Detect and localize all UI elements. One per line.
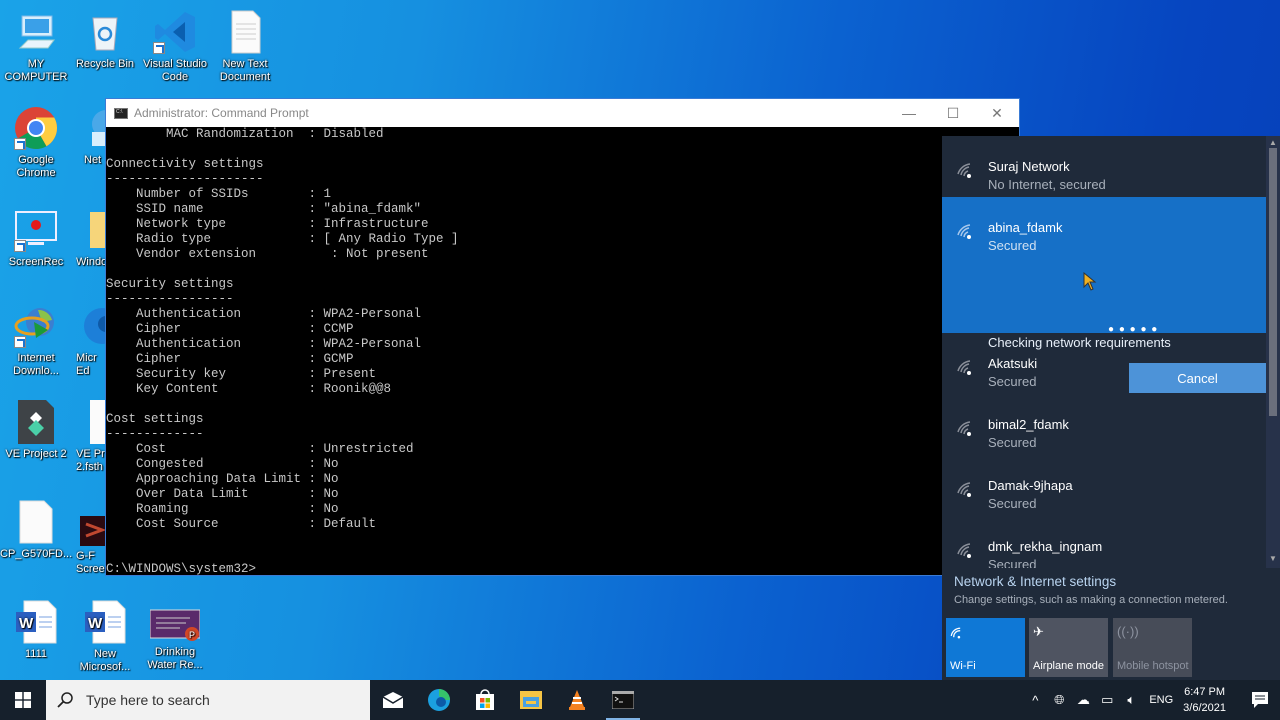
action-center-button[interactable] <box>1240 691 1280 709</box>
taskbar-store[interactable] <box>462 680 508 720</box>
input-language[interactable]: ENG <box>1149 694 1173 706</box>
network-list: Suraj Network No Internet, secured abina… <box>942 136 1266 568</box>
system-tray: ^ 🌐︎ ☁ ▭ 🔈︎ ENG 6:47 PM 3/6/2021 <box>1023 680 1280 720</box>
text-document-icon <box>223 10 267 54</box>
clock[interactable]: 6:47 PM 3/6/2021 <box>1183 684 1226 716</box>
wifi-icon <box>950 627 961 639</box>
vscode-icon <box>153 10 197 54</box>
command-prompt-window[interactable]: Administrator: Command Prompt — ☐ ✕ MAC … <box>105 98 1020 576</box>
desktop-icon-vscode[interactable]: Visual Studio Code <box>139 10 211 84</box>
file-explorer-icon <box>520 691 542 709</box>
word-document-icon: W <box>14 600 58 644</box>
wifi-signal-icon <box>957 360 971 375</box>
network-globe-icon[interactable]: 🌐︎ <box>1047 692 1071 708</box>
airplane-mode-toggle[interactable]: ✈ Airplane mode <box>1029 618 1108 677</box>
close-button[interactable]: ✕ <box>975 99 1019 127</box>
vlc-icon <box>569 690 585 710</box>
file-icon <box>90 400 106 444</box>
screenrec-icon <box>14 208 58 252</box>
windows-logo-icon <box>15 692 31 708</box>
desktop-icon-cp-g570fd[interactable]: CP_G570FD... <box>0 500 72 561</box>
taskbar-search-box[interactable]: Type here to search <box>46 680 370 720</box>
clock-time: 6:47 PM <box>1184 686 1226 698</box>
desktop-icon-windows-folder[interactable]: Windo <box>76 208 106 269</box>
maximize-button[interactable]: ☐ <box>931 99 975 127</box>
taskbar: Type here to search ^ 🌐︎ ☁ ▭ 🔈︎ ENG 6:47… <box>0 680 1280 720</box>
filmora-project-icon <box>14 400 58 444</box>
folder-icon <box>88 208 106 252</box>
start-button[interactable] <box>0 680 46 720</box>
mouse-cursor-icon <box>1083 272 1097 291</box>
desktop-icon-ve-project-2[interactable]: VE Project 2 <box>0 400 72 461</box>
edge-icon <box>428 689 450 711</box>
desktop-icon-my-computer[interactable]: MY COMPUTER <box>0 10 72 84</box>
edge-icon <box>80 304 106 348</box>
cmd-icon <box>612 691 634 709</box>
minimize-button[interactable]: — <box>887 99 931 127</box>
network-item-damak-9jhapa[interactable]: Damak-9jhapa Secured <box>942 455 1266 516</box>
desktop-icon-ve-project-fsth[interactable]: VE Pr 2.fsth <box>76 400 106 474</box>
desktop-icon-drinking-water[interactable]: P Drinking Water Re... <box>139 606 211 672</box>
clock-date: 3/6/2021 <box>1183 702 1226 714</box>
svg-text:P: P <box>189 630 195 640</box>
wifi-signal-icon <box>957 224 971 239</box>
wifi-signal-icon <box>957 482 971 497</box>
volume-icon[interactable]: 🔈︎ <box>1119 692 1143 708</box>
recycle-bin-icon <box>83 10 127 54</box>
taskbar-command-prompt[interactable] <box>600 680 646 720</box>
file-icon <box>14 500 58 544</box>
cmd-titlebar[interactable]: Administrator: Command Prompt — ☐ ✕ <box>106 99 1019 127</box>
taskbar-mail[interactable] <box>370 680 416 720</box>
cmd-icon <box>114 107 128 119</box>
show-hidden-icons-chevron-up-icon[interactable]: ^ <box>1023 693 1047 708</box>
wifi-signal-icon <box>957 421 971 436</box>
video-thumbnail-icon <box>80 516 106 546</box>
computer-icon <box>14 10 58 54</box>
svg-text:W: W <box>19 615 34 632</box>
airplane-icon: ✈ <box>1033 624 1044 639</box>
network-item-suraj-network[interactable]: Suraj Network No Internet, secured <box>942 136 1266 197</box>
onedrive-cloud-icon[interactable]: ☁ <box>1071 692 1095 708</box>
wifi-signal-icon <box>957 163 971 178</box>
word-document-icon: W <box>83 600 127 644</box>
taskbar-edge[interactable] <box>416 680 462 720</box>
mobile-hotspot-toggle[interactable]: ((·)) Mobile hotspot <box>1113 618 1192 677</box>
store-icon <box>476 689 494 710</box>
wifi-signal-icon <box>957 543 971 558</box>
chrome-icon <box>14 106 58 150</box>
taskbar-vlc[interactable] <box>554 680 600 720</box>
hotspot-icon: ((·)) <box>1117 624 1139 639</box>
svg-text:W: W <box>88 615 103 632</box>
battery-icon[interactable]: ▭ <box>1095 692 1119 708</box>
desktop-icon-internet-download-manager[interactable]: Internet Downlo... <box>0 304 72 378</box>
network-flyout: Suraj Network No Internet, secured abina… <box>942 136 1280 680</box>
idm-icon <box>14 304 58 348</box>
desktop-icon-new-text-document[interactable]: New Text Document <box>209 10 281 84</box>
desktop-icon-network[interactable]: Net <box>58 106 108 167</box>
network-item-bimal2-fdamk[interactable]: bimal2_fdamk Secured <box>942 394 1266 455</box>
desktop-icon-screenrec[interactable]: ScreenRec <box>0 208 72 269</box>
search-icon <box>57 692 73 708</box>
powerpoint-icon: P <box>149 606 201 642</box>
network-item-dmk-rekha-ingnam[interactable]: dmk_rekha_ingnam Secured <box>942 516 1266 568</box>
desktop-icon-1111[interactable]: W 1111 <box>0 600 72 661</box>
network-list-scrollbar[interactable]: ▲ ▼ <box>1266 136 1280 568</box>
scrollbar-thumb[interactable] <box>1269 148 1277 416</box>
notification-icon <box>1252 692 1268 708</box>
network-settings-link[interactable]: Network & Internet settings Change setti… <box>954 574 1228 606</box>
desktop-icon-microsoft-edge[interactable]: Micr Ed <box>76 304 106 378</box>
scroll-down-icon[interactable]: ▼ <box>1266 554 1280 566</box>
desktop-icon-new-microsoft-word[interactable]: W New Microsof... <box>69 600 141 674</box>
cmd-output[interactable]: MAC Randomization : Disabled Connectivit… <box>106 127 459 577</box>
desktop-icon-gf-screen[interactable]: G-F Scree <box>76 516 106 576</box>
cmd-title: Administrator: Command Prompt <box>134 106 309 120</box>
desktop-icon-recycle-bin[interactable]: Recycle Bin <box>69 10 141 71</box>
network-item-abina-fdamk[interactable]: abina_fdamk Secured ● ● ● ● ● Checking n… <box>942 197 1266 393</box>
network-item-akatsuki[interactable]: Akatsuki Secured <box>942 333 1266 394</box>
mail-icon <box>382 692 404 708</box>
wifi-toggle[interactable]: Wi-Fi <box>946 618 1025 677</box>
taskbar-file-explorer[interactable] <box>508 680 554 720</box>
